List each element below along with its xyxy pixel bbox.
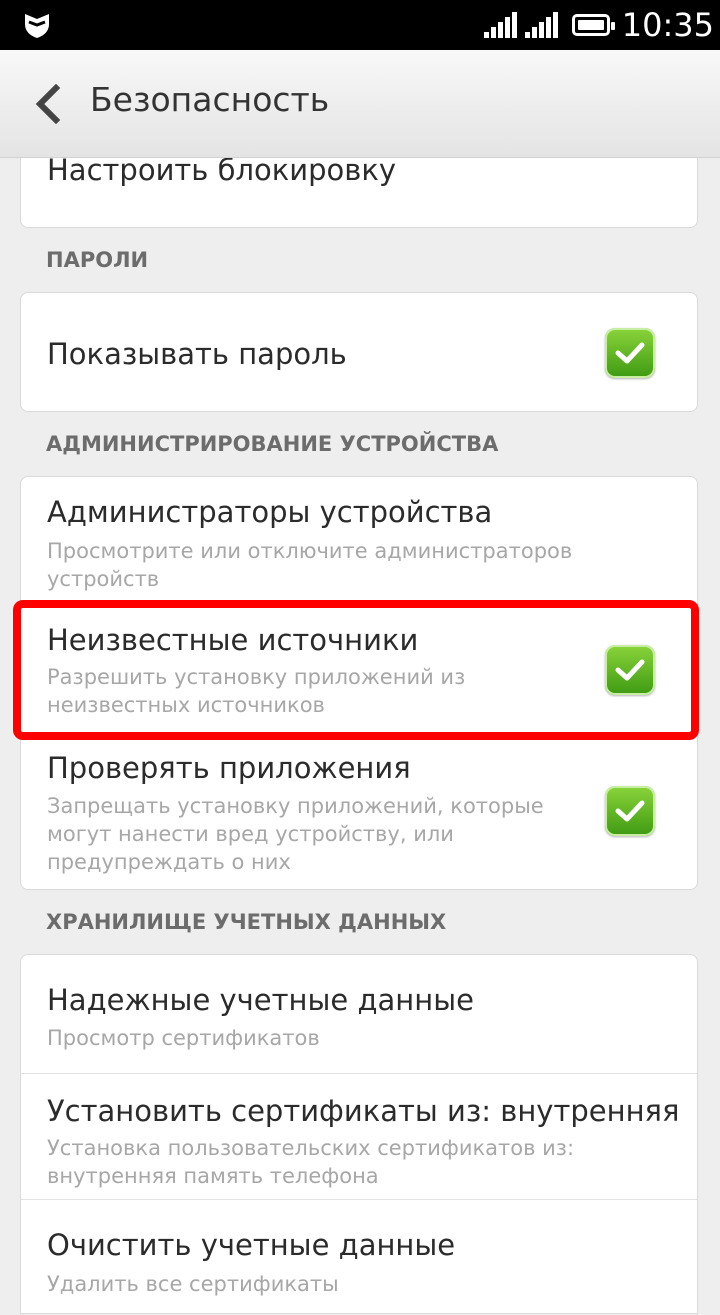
status-bar: 10:35 [0, 0, 720, 50]
clear-creds-subtitle: Удалить все сертификаты [47, 1272, 339, 1296]
verify-apps-item[interactable]: Проверять приложения Запрещать установку… [21, 741, 697, 891]
clear-creds-item[interactable]: Очистить учетные данные Удалить все серт… [21, 1200, 697, 1315]
device-admins-item[interactable]: Администраторы устройства Просмотрите ил… [21, 477, 697, 601]
verify-apps-title: Проверять приложения [47, 751, 411, 785]
signal-icon-2 [523, 12, 558, 38]
passwords-card: Показывать пароль [20, 292, 698, 412]
trusted-creds-subtitle: Просмотр сертификатов [47, 1026, 320, 1050]
section-header-credential-storage: ХРАНИЛИЩЕ УЧЕТНЫХ ДАННЫХ [46, 910, 447, 934]
install-certs-item[interactable]: Установить сертификаты из: внутренняя Ус… [21, 1074, 697, 1199]
show-password-item[interactable]: Показывать пароль [21, 293, 697, 413]
verify-apps-subtitle: Запрещать установку приложений, которые … [47, 794, 544, 874]
section-header-device-admin: АДМИНИСТРИРОВАНИЕ УСТРОЙСТВА [46, 432, 499, 456]
verify-apps-checkbox[interactable] [605, 786, 655, 836]
device-admins-subtitle: Просмотрите или отключите администраторо… [47, 539, 573, 591]
shield-icon [25, 14, 49, 38]
status-time: 10:35 [621, 6, 714, 44]
highlight-frame [13, 600, 699, 740]
chevron-left-icon[interactable] [30, 84, 64, 124]
trusted-creds-item[interactable]: Надежные учетные данные Просмотр сертифи… [21, 955, 697, 1073]
check-icon [615, 800, 645, 822]
signal-icon [482, 12, 517, 38]
lock-setup-title: Настроить блокировку [47, 153, 397, 187]
check-icon [615, 342, 645, 364]
install-certs-subtitle: Установка пользовательских сертификатов … [47, 1136, 575, 1188]
clear-creds-title: Очистить учетные данные [47, 1228, 456, 1262]
action-bar: Безопасность [0, 50, 720, 158]
credentials-card: Надежные учетные данные Просмотр сертифи… [20, 954, 698, 1314]
section-header-passwords: ПАРОЛИ [46, 248, 149, 272]
show-password-checkbox[interactable] [605, 328, 655, 378]
trusted-creds-title: Надежные учетные данные [47, 983, 474, 1017]
install-certs-title: Установить сертификаты из: внутренняя [47, 1094, 679, 1128]
battery-icon [571, 14, 615, 36]
device-admins-title: Администраторы устройства [47, 495, 493, 529]
page-title: Безопасность [90, 80, 330, 119]
show-password-title: Показывать пароль [47, 337, 347, 371]
